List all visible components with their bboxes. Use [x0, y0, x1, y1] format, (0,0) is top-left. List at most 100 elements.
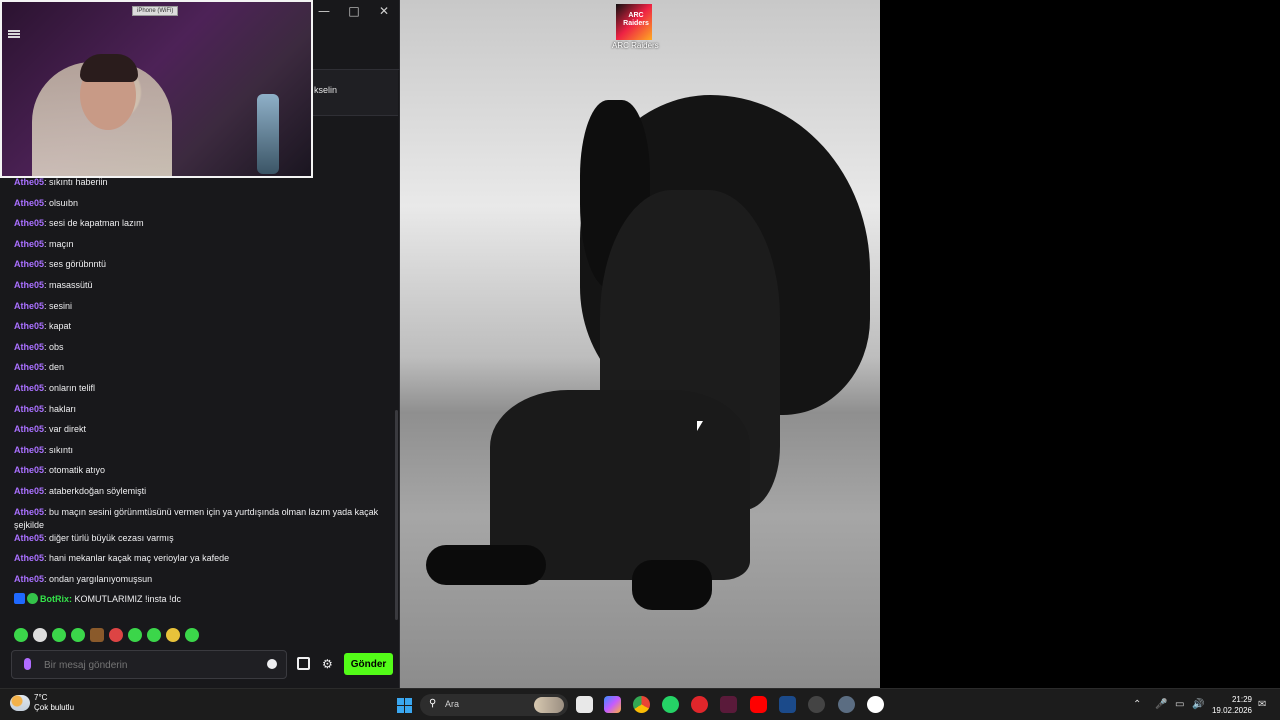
chat-message-text: : ataberkdoğan söylemişti	[44, 485, 147, 496]
chat-message-text: : hakları	[44, 403, 77, 414]
chat-message: Athe05: maçın	[14, 238, 384, 259]
arc-raiders-logo-text: ARC Raiders	[623, 12, 649, 27]
chevron-up-icon[interactable]: ⌃	[1133, 699, 1141, 710]
webcam-water-bottle	[257, 94, 279, 174]
volume-icon[interactable]: 🔊	[1192, 699, 1204, 710]
chat-scrollbar[interactable]	[395, 410, 398, 620]
chat-message-text: : sıkıntı haberiin	[44, 177, 108, 187]
taskbar-clock[interactable]: 21:29 19.02.2026	[1210, 694, 1252, 716]
maximize-icon[interactable]: □	[339, 4, 369, 18]
chat-message-text: : olsuıbn	[44, 197, 79, 208]
chat-username[interactable]: Athe05	[14, 259, 44, 269]
chat-username[interactable]: Athe05	[14, 404, 44, 414]
clock-time: 21:29	[1231, 695, 1252, 704]
emote-icon[interactable]	[128, 628, 142, 642]
chat-username[interactable]: Athe05	[14, 177, 44, 187]
chat-username[interactable]: Athe05	[14, 533, 44, 543]
chat-message: Athe05: den	[14, 361, 384, 382]
chat-username[interactable]: Athe05	[14, 280, 44, 290]
microphone-icon[interactable]	[24, 658, 31, 670]
obs-icon[interactable]	[867, 696, 884, 713]
windows-start-icon[interactable]	[397, 698, 412, 713]
send-button[interactable]: Gönder	[344, 653, 393, 675]
chat-message-text: : sesi de kapatman lazım	[44, 218, 144, 229]
chat-message-text: : masassütü	[44, 279, 93, 290]
file-explorer-icon[interactable]	[576, 696, 593, 713]
chat-username[interactable]: Athe05	[14, 198, 44, 208]
steam-icon[interactable]	[779, 696, 796, 713]
shop-icon[interactable]	[297, 657, 310, 670]
arc-raiders-icon: ARC Raiders	[616, 4, 652, 40]
desktop-shortcut-arc-raiders[interactable]: ARC Raiders ARC Raiders	[612, 4, 659, 50]
chat-username[interactable]: Athe05	[14, 362, 44, 372]
chat-username[interactable]: Athe05	[14, 507, 44, 517]
emote-icon[interactable]	[14, 628, 28, 642]
chat-message-text: : ondan yargılanıyomuşsun	[44, 573, 153, 584]
chat-username[interactable]: Athe05	[14, 424, 44, 434]
chat-input-box[interactable]	[11, 650, 287, 679]
chat-username[interactable]: Athe05	[14, 342, 44, 352]
chat-message-text: : maçın	[44, 238, 74, 249]
notification-bell-icon[interactable]: ✉	[1258, 699, 1266, 710]
emote-icon[interactable]	[166, 628, 180, 642]
chrome-icon[interactable]	[633, 696, 650, 713]
emote-icon[interactable]	[33, 628, 47, 642]
black-area	[880, 0, 1280, 688]
partly-cloudy-icon	[10, 695, 30, 711]
emote-icon[interactable]	[71, 628, 85, 642]
chat-username[interactable]: Athe05	[14, 321, 44, 331]
close-icon[interactable]: ✕	[369, 4, 399, 18]
emote-icon[interactable]	[109, 628, 123, 642]
weather-text: 7°C Çok bulutlu	[34, 693, 74, 713]
settings-app-icon[interactable]	[838, 696, 855, 713]
taskbar: 7°C Çok bulutlu ⚲ Ara ⌃ 🎤 ▭ 🔊 21:29 19.0…	[0, 688, 1280, 720]
whatsapp-icon[interactable]	[662, 696, 679, 713]
media-player-icon[interactable]	[691, 696, 708, 713]
chat-username[interactable]: Athe05	[14, 445, 44, 455]
microphone-tray-icon[interactable]: 🎤	[1155, 699, 1167, 710]
emote-icon[interactable]	[147, 628, 161, 642]
window-controls: — □ ✕	[309, 0, 399, 22]
emote-icon[interactable]	[185, 628, 199, 642]
chat-username[interactable]: Athe05	[14, 239, 44, 249]
chat-username[interactable]: BotRix:	[40, 594, 72, 604]
app-icon[interactable]	[720, 696, 737, 713]
youtube-icon[interactable]	[750, 696, 767, 713]
chat-username[interactable]: Athe05	[14, 218, 44, 228]
chat-username[interactable]: Athe05	[14, 383, 44, 393]
chat-username[interactable]: Athe05	[14, 465, 44, 475]
hamburger-menu-icon[interactable]	[8, 30, 20, 38]
taskbar-search[interactable]: ⚲ Ara	[420, 694, 568, 716]
chat-message: Athe05: obs	[14, 341, 384, 362]
chat-message-text: : var direkt	[44, 424, 87, 435]
chat-username[interactable]: Athe05	[14, 553, 44, 563]
chat-message: Athe05: ses görübnntü	[14, 258, 384, 279]
wallpaper-boot-left	[426, 545, 546, 585]
chat-message: Athe05: onların telifl	[14, 382, 384, 403]
chat-username[interactable]: Athe05	[14, 486, 44, 496]
copilot-icon[interactable]	[604, 696, 621, 713]
chat-username[interactable]: Athe05	[14, 574, 44, 584]
chat-message: Athe05: hani mekanlar kaçak maç verioyla…	[14, 552, 384, 573]
chat-username[interactable]: Athe05	[14, 301, 44, 311]
verified-badge-icon	[27, 593, 38, 605]
emote-icon[interactable]	[90, 628, 104, 642]
chat-message-list: Athe05: sıkıntı haberiin Athe05: olsuıbn A…	[14, 176, 384, 614]
game-launcher-icon[interactable]	[808, 696, 825, 713]
chat-message-text: : hani mekanlar kaçak maç verioylar ya k…	[44, 553, 230, 564]
search-highlight-image	[534, 697, 564, 713]
weather-widget[interactable]: 7°C Çok bulutlu	[10, 693, 74, 713]
chat-message: Athe05: kapat	[14, 320, 384, 341]
weather-condition: Çok bulutlu	[34, 703, 75, 712]
emoji-icon[interactable]	[267, 659, 277, 669]
minimize-icon[interactable]: —	[309, 4, 339, 18]
webcam-device-label[interactable]: iPhone (WiFi)	[132, 6, 179, 16]
chat-message-text: KOMUTLARIMIZ !insta !dc	[72, 594, 182, 605]
chat-message: Athe05: sesi de kapatman lazım	[14, 217, 384, 238]
webcam-person-hair	[80, 54, 138, 82]
chat-input[interactable]	[44, 657, 264, 673]
emote-icon[interactable]	[52, 628, 66, 642]
pinned-message[interactable]: kselin	[312, 70, 398, 116]
gear-icon[interactable]: ⚙	[322, 657, 333, 671]
network-icon[interactable]: ▭	[1175, 699, 1184, 710]
